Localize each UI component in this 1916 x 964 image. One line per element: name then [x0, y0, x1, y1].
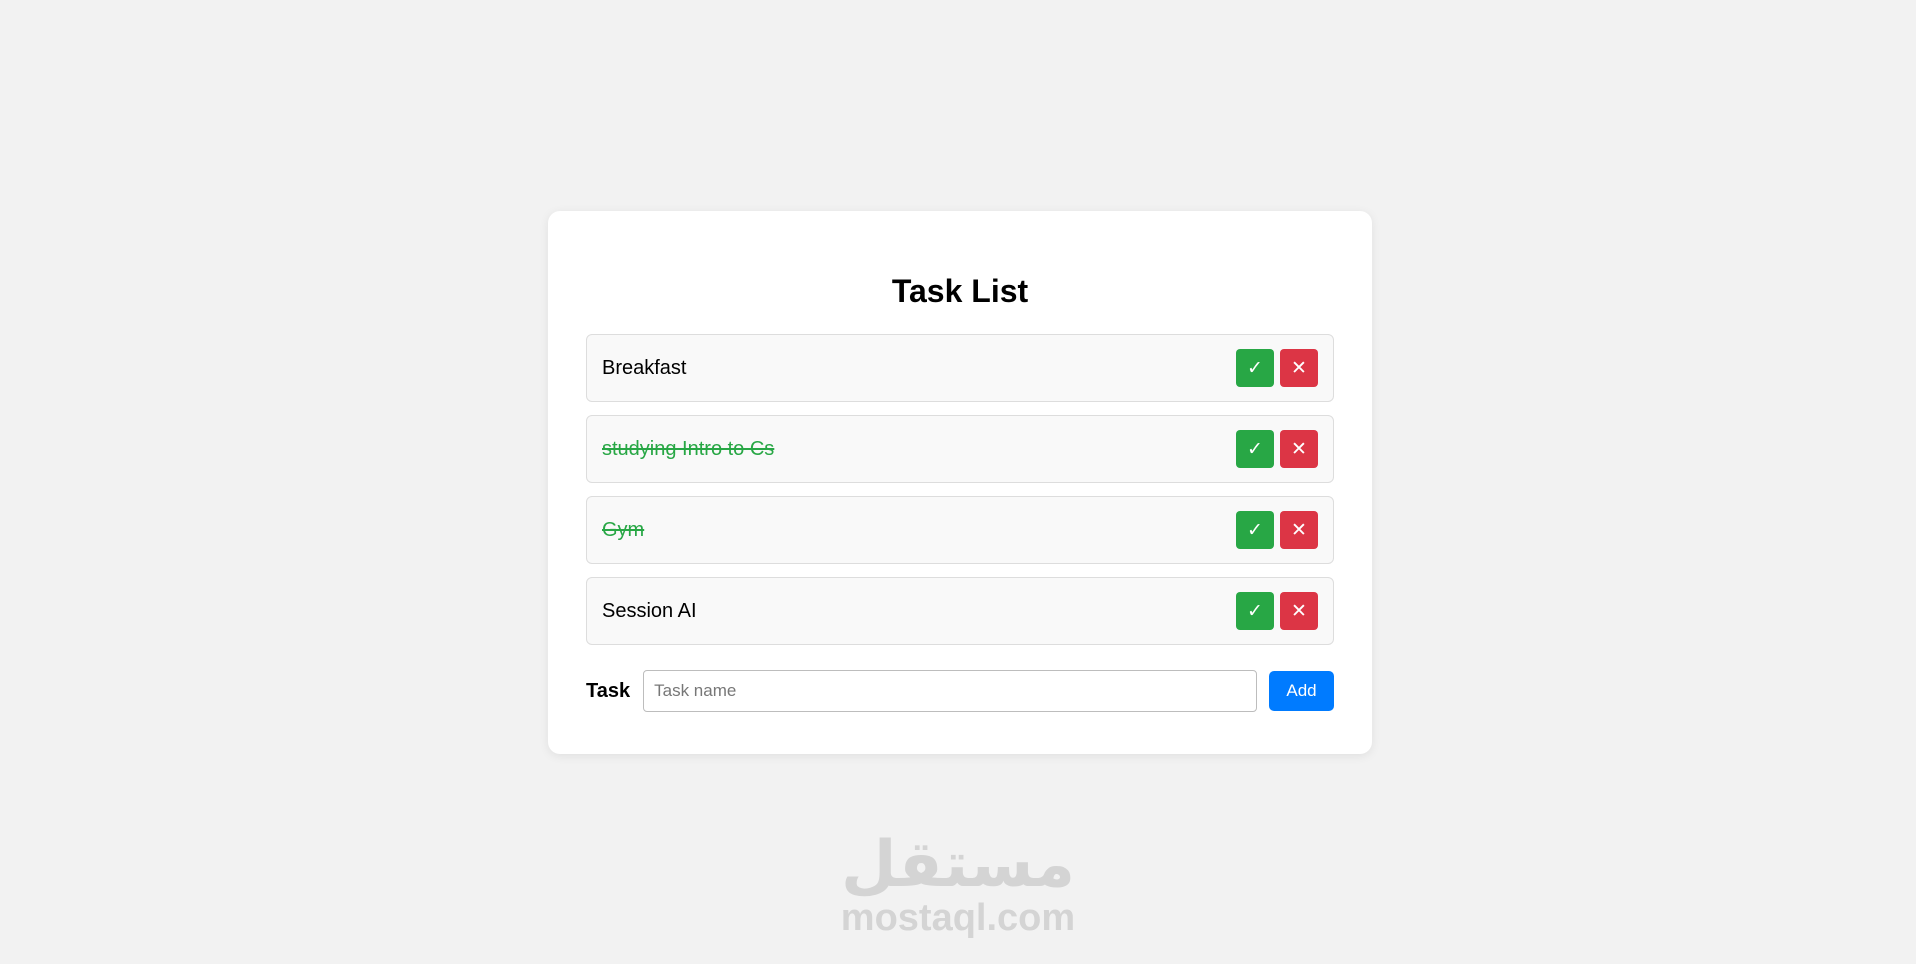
- complete-button[interactable]: ✓: [1236, 430, 1274, 468]
- add-task-form: Task Add: [586, 670, 1334, 712]
- delete-button[interactable]: ✕: [1280, 349, 1318, 387]
- close-icon: ✕: [1291, 357, 1307, 379]
- task-text: Session AI: [602, 599, 697, 622]
- close-icon: ✕: [1291, 438, 1307, 460]
- task-item: Session AI ✓ ✕: [586, 577, 1334, 645]
- task-text: studying Intro to Cs: [602, 437, 775, 460]
- close-icon: ✕: [1291, 600, 1307, 622]
- complete-button[interactable]: ✓: [1236, 349, 1274, 387]
- check-icon: ✓: [1247, 600, 1263, 622]
- task-item: Gym ✓ ✕: [586, 496, 1334, 564]
- task-text: Gym: [602, 518, 645, 541]
- complete-button[interactable]: ✓: [1236, 592, 1274, 630]
- watermark-latin: mostaql.com: [840, 897, 1076, 939]
- task-actions: ✓ ✕: [1236, 430, 1318, 468]
- task-text: Breakfast: [602, 356, 687, 379]
- close-icon: ✕: [1291, 519, 1307, 541]
- delete-button[interactable]: ✕: [1280, 592, 1318, 630]
- delete-button[interactable]: ✕: [1280, 430, 1318, 468]
- task-actions: ✓ ✕: [1236, 511, 1318, 549]
- check-icon: ✓: [1247, 519, 1263, 541]
- page-title: Task List: [891, 273, 1029, 309]
- task-name-input[interactable]: [643, 670, 1257, 712]
- task-label: Task: [586, 679, 631, 702]
- check-icon: ✓: [1247, 438, 1263, 460]
- check-icon: ✓: [1247, 357, 1263, 379]
- task-card: Task List Breakfast ✓ ✕ studying Intro t…: [548, 211, 1372, 754]
- task-actions: ✓ ✕: [1236, 349, 1318, 387]
- delete-button[interactable]: ✕: [1280, 511, 1318, 549]
- task-list: Breakfast ✓ ✕ studying Intro to Cs ✓ ✕ G…: [586, 334, 1334, 645]
- watermark-logo: مستقل mostaql.com: [798, 832, 1118, 938]
- watermark-arabic: مستقل: [840, 828, 1076, 902]
- task-actions: ✓ ✕: [1236, 592, 1318, 630]
- add-button[interactable]: Add: [1269, 671, 1334, 711]
- task-item: studying Intro to Cs ✓ ✕: [586, 415, 1334, 483]
- task-item: Breakfast ✓ ✕: [586, 334, 1334, 402]
- complete-button[interactable]: ✓: [1236, 511, 1274, 549]
